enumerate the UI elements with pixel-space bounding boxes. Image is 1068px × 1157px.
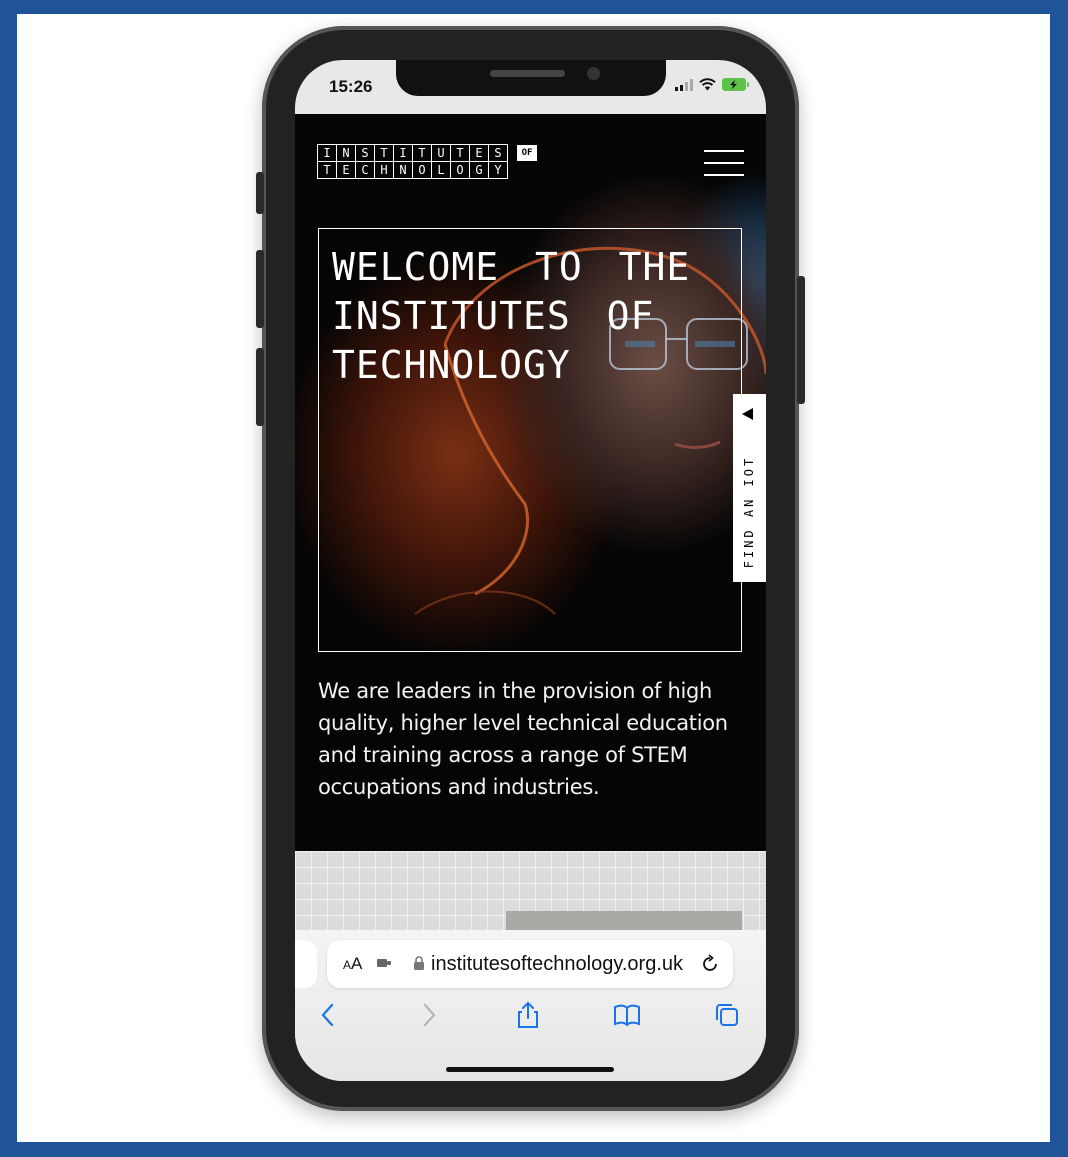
- tabs-icon[interactable]: [712, 1000, 742, 1030]
- logo-row-top: I N S T I T U T E S: [317, 144, 508, 162]
- lock-icon: [414, 956, 424, 970]
- logo-letter: I: [393, 144, 412, 162]
- logo-row-bottom: T E C H N O L O G Y: [317, 162, 508, 179]
- bookmarks-icon[interactable]: [612, 1000, 642, 1030]
- logo-letter: T: [374, 144, 393, 162]
- logo-letter: T: [412, 144, 431, 162]
- logo-letter: S: [355, 144, 374, 162]
- logo-letter: O: [450, 162, 469, 179]
- hamburger-menu-icon[interactable]: [704, 150, 744, 178]
- logo-letter: G: [469, 162, 488, 179]
- status-icons: [675, 78, 749, 91]
- logo-letter: H: [374, 162, 393, 179]
- extension-icon[interactable]: [377, 957, 391, 969]
- find-iot-tab[interactable]: FIND AN IOT: [733, 394, 766, 582]
- previous-tab-preview[interactable]: [295, 940, 317, 988]
- reader-aa-button[interactable]: AAAA: [343, 954, 362, 974]
- cellular-signal-icon: [675, 78, 693, 91]
- safari-bottom-bar: AAAA institutesoftechnology.org.uk: [295, 930, 766, 1081]
- logo-letter: T: [450, 144, 469, 162]
- volume-up-button: [256, 250, 264, 328]
- hero-description: We are leaders in the provision of high …: [318, 679, 728, 799]
- logo-letter: I: [317, 144, 336, 162]
- address-bar[interactable]: AAAA institutesoftechnology.org.uk: [327, 940, 733, 988]
- logo-letter: N: [336, 144, 355, 162]
- power-button: [797, 276, 805, 404]
- logo-letter: S: [488, 144, 508, 162]
- logo-letter: L: [431, 162, 450, 179]
- logo-of-badge: OF: [517, 145, 537, 161]
- front-camera: [587, 67, 600, 80]
- url-text[interactable]: institutesoftechnology.org.uk: [431, 953, 683, 976]
- status-bar: 15:26: [295, 60, 766, 114]
- logo-letter: O: [412, 162, 431, 179]
- speaker: [490, 70, 565, 77]
- mute-switch: [256, 172, 264, 214]
- hero-title: WELCOME TO THE INSTITUTES OF TECHNOLOGY: [332, 245, 691, 387]
- volume-down-button: [256, 348, 264, 426]
- site-logo[interactable]: I N S T I T U T E S T E C H N O L O G Y …: [317, 144, 537, 179]
- triangle-left-icon: [742, 408, 753, 420]
- forward-icon[interactable]: [414, 1000, 444, 1030]
- logo-letter: C: [355, 162, 374, 179]
- welcome-box: WELCOME TO THE INSTITUTES OF TECHNOLOGY: [318, 228, 742, 652]
- find-iot-label: FIND AN IOT: [742, 455, 756, 569]
- status-time: 15:26: [329, 77, 373, 96]
- logo-letter: E: [336, 162, 355, 179]
- reload-icon[interactable]: [699, 953, 721, 975]
- logo-letter: N: [393, 162, 412, 179]
- share-icon[interactable]: [513, 1000, 543, 1030]
- wifi-icon: [699, 78, 716, 91]
- logo-letter: U: [431, 144, 450, 162]
- phone-screen: 15:26 I N S T I T U T E S T E C H N O L …: [295, 60, 766, 1081]
- home-indicator[interactable]: [446, 1067, 614, 1072]
- logo-letter: E: [469, 144, 488, 162]
- battery-charging-icon: [722, 78, 749, 91]
- notch: [396, 60, 666, 96]
- hero-section: I N S T I T U T E S T E C H N O L O G Y …: [295, 114, 766, 851]
- back-icon[interactable]: [313, 1000, 343, 1030]
- logo-letter: Y: [488, 162, 508, 179]
- logo-letter: T: [317, 162, 336, 179]
